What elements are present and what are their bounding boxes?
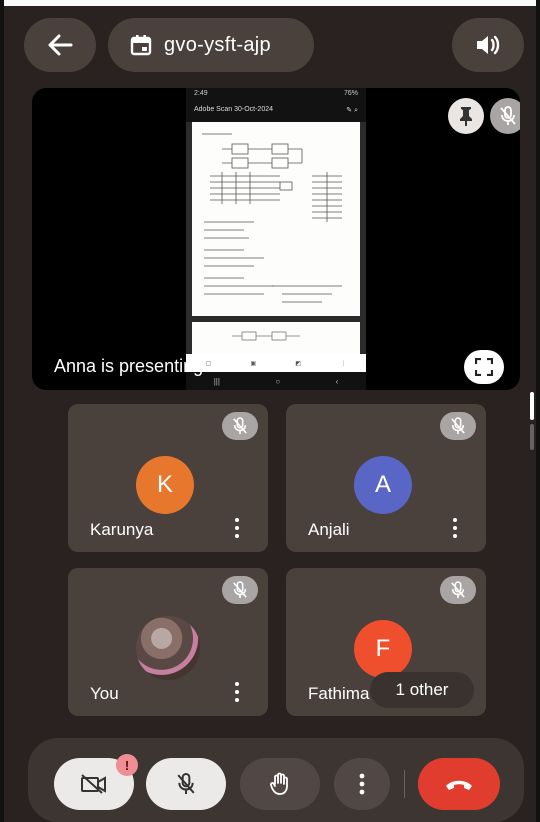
participant-tile-you[interactable]: You: [68, 568, 268, 716]
pin-icon: [460, 107, 472, 126]
participant-options-button[interactable]: [448, 516, 462, 540]
muted-indicator: [222, 576, 258, 604]
shared-screen-doc-title: Adobe Scan 30-Oct-2024: [194, 106, 273, 113]
participant-name: Fathima: [308, 684, 370, 703]
more-vertical-icon: [359, 773, 365, 795]
presenting-label: Anna is presenting: [54, 356, 204, 376]
participant-name: Karunya: [90, 520, 154, 539]
muted-indicator: [222, 412, 258, 440]
camera-alert-badge: !: [116, 754, 138, 776]
document-page: [192, 122, 360, 316]
participant-name: You: [90, 684, 119, 703]
shared-screen-nav: ||| ○ ‹: [186, 372, 366, 390]
screen-left-edge: [0, 0, 4, 822]
shared-screen: 2:49 76% Adobe Scan 30-Oct-2024 ✎ ⌕ ▢ ▣ …: [186, 88, 366, 390]
screen-top-edge: [0, 0, 540, 6]
participant-options-button[interactable]: [230, 680, 244, 704]
participant-tile-karunya[interactable]: K Karunya: [68, 404, 268, 552]
scrollbar-thumb[interactable]: [530, 392, 534, 420]
controls-divider: [404, 770, 405, 798]
handwritten-notes-image: [202, 133, 342, 303]
participant-name: Anjali: [308, 520, 350, 539]
shared-screen-status-bar: 2:49 76% Adobe Scan 30-Oct-2024 ✎ ⌕: [186, 88, 366, 122]
meeting-info-button[interactable]: gvo-ysft-ajp: [108, 18, 314, 72]
more-options-button[interactable]: [334, 758, 390, 810]
camera-off-icon: [81, 774, 106, 794]
shared-screen-actions: ✎ ⌕: [346, 107, 358, 114]
avatar: K: [136, 456, 194, 514]
shared-screen-toolbar: ▢ ▣ ◩ ⋮: [186, 354, 366, 372]
participant-options-button[interactable]: [230, 516, 244, 540]
mic-off-icon: [177, 773, 195, 794]
mic-off-icon: [233, 417, 247, 434]
presenter-muted-indicator: [490, 98, 520, 134]
meeting-code: gvo-ysft-ajp: [164, 33, 271, 56]
presentation-stage[interactable]: 2:49 76% Adobe Scan 30-Oct-2024 ✎ ⌕ ▢ ▣ …: [32, 88, 520, 390]
other-participants-pill[interactable]: 1 other: [370, 672, 474, 708]
raise-hand-button[interactable]: [240, 758, 320, 810]
screen-right-edge: [536, 0, 540, 822]
scrollbar-track[interactable]: [530, 424, 534, 450]
profile-photo: [136, 616, 200, 680]
shared-screen-battery: 76%: [343, 90, 358, 97]
calendar-icon: [130, 35, 152, 56]
avatar: F: [354, 620, 412, 678]
hang-up-icon: [446, 780, 472, 790]
shared-screen-time: 2:49: [194, 90, 208, 97]
fullscreen-icon: [475, 358, 493, 376]
muted-indicator: [440, 576, 476, 604]
back-button[interactable]: [24, 18, 96, 72]
speaker-icon: [477, 35, 500, 55]
fullscreen-button[interactable]: [464, 350, 504, 384]
muted-indicator: [440, 412, 476, 440]
hand-icon: [270, 772, 288, 795]
microphone-toggle-button[interactable]: [146, 758, 226, 810]
mic-off-icon: [451, 417, 465, 434]
mic-off-icon: [500, 106, 516, 125]
end-call-button[interactable]: [418, 758, 500, 810]
arrow-left-icon: [48, 34, 73, 56]
avatar: A: [354, 456, 412, 514]
mic-off-icon: [451, 581, 465, 598]
scanned-document: [186, 122, 366, 362]
pin-button[interactable]: [448, 98, 484, 134]
audio-output-button[interactable]: [452, 18, 524, 72]
participant-tile-anjali[interactable]: A Anjali: [286, 404, 486, 552]
mic-off-icon: [233, 581, 247, 598]
